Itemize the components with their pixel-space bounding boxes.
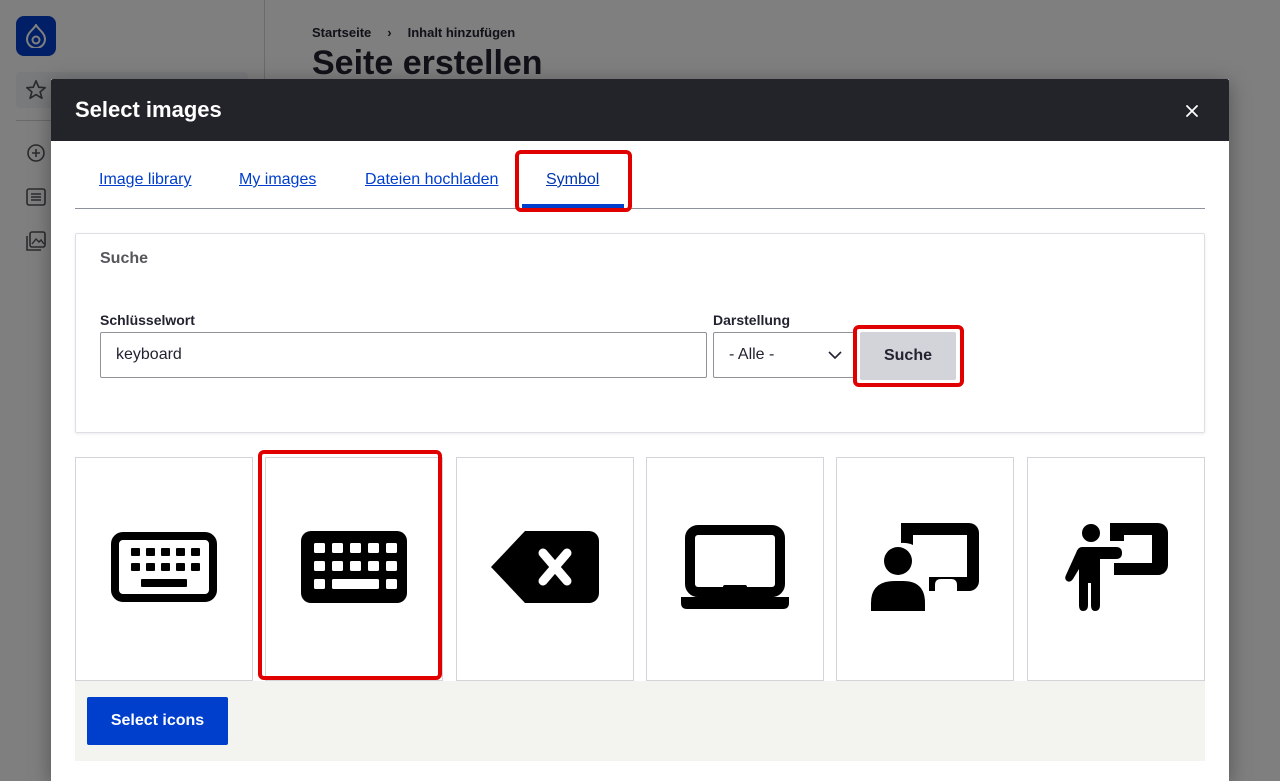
icon-tile-keyboard-outline[interactable] — [75, 457, 253, 681]
tab-bar: Image library My images Dateien hochlade… — [75, 141, 1205, 212]
select-images-dialog: Select images Image library My images Da… — [51, 79, 1229, 781]
tab-upload-files[interactable]: Dateien hochladen — [365, 171, 498, 189]
display-select-value: - Alle - — [729, 346, 775, 363]
tab-my-images[interactable]: My images — [239, 171, 316, 189]
icon-tile-laptop[interactable] — [646, 457, 824, 681]
search-fieldset: Suche Schlüsselwort Darstellung - Alle -… — [75, 233, 1205, 433]
tab-symbol-highlight — [515, 150, 632, 212]
icon-tile-backspace[interactable] — [456, 457, 634, 681]
chevron-down-icon — [828, 348, 842, 367]
search-button-highlight — [853, 325, 964, 387]
backspace-icon — [491, 530, 599, 608]
selected-icon-highlight — [258, 450, 442, 680]
icon-grid — [75, 450, 1205, 681]
keyboard-outline-icon — [111, 531, 217, 607]
keyword-input[interactable] — [100, 332, 707, 378]
dialog-actions: Select icons — [75, 681, 1205, 761]
chalkboard-user-icon — [871, 522, 979, 616]
tab-image-library[interactable]: Image library — [99, 171, 191, 189]
dialog-title: Select images — [75, 97, 222, 122]
icon-tile-chalkboard-user[interactable] — [836, 457, 1014, 681]
icon-tile-person-chalkboard[interactable] — [1027, 457, 1205, 681]
keyword-label: Schlüsselwort — [100, 312, 195, 328]
select-icons-button[interactable]: Select icons — [87, 697, 228, 745]
display-label: Darstellung — [713, 312, 791, 328]
laptop-icon — [681, 524, 789, 614]
dialog-header: Select images — [51, 79, 1229, 141]
close-icon[interactable] — [1179, 98, 1205, 124]
search-legend: Suche — [100, 250, 149, 267]
person-chalkboard-icon — [1064, 522, 1168, 616]
display-select[interactable]: - Alle - — [713, 332, 857, 378]
